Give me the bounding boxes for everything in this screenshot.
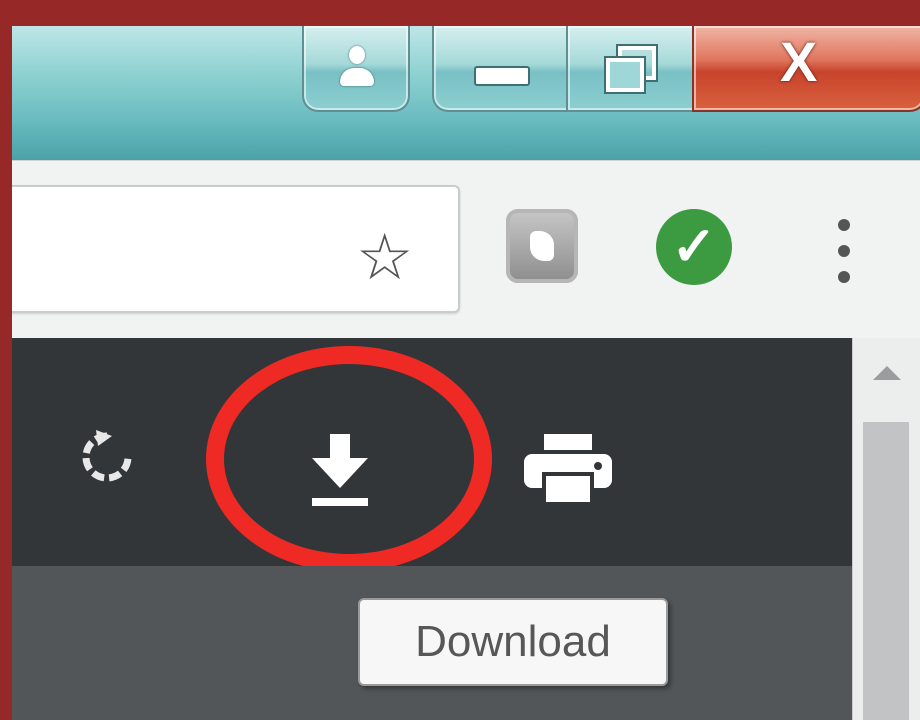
scroll-up-arrow-icon[interactable]	[873, 366, 901, 380]
minimize-button[interactable]	[432, 26, 570, 112]
profile-button[interactable]	[302, 26, 410, 112]
vertical-scrollbar[interactable]	[852, 338, 920, 720]
browser-toolbar: ☆ ✓	[12, 160, 920, 339]
kebab-menu-icon[interactable]	[838, 219, 850, 283]
user-icon	[340, 46, 374, 90]
close-button[interactable]: X	[692, 26, 920, 112]
download-tooltip: Download	[358, 598, 668, 686]
checkmark-icon[interactable]: ✓	[656, 209, 732, 285]
browser-window: X ☆ ✓ Download	[12, 26, 920, 720]
extension-icon[interactable]	[506, 209, 578, 283]
star-icon[interactable]: ☆	[356, 225, 413, 289]
restore-button[interactable]	[566, 26, 696, 112]
title-bar: X	[12, 26, 920, 160]
address-bar[interactable]: ☆	[12, 185, 460, 313]
close-icon: X	[780, 30, 818, 93]
pdf-toolbar	[12, 338, 852, 572]
restore-icon	[604, 44, 658, 94]
print-icon[interactable]	[524, 434, 612, 504]
minimize-icon	[474, 66, 530, 86]
rotate-icon[interactable]	[76, 426, 138, 488]
scrollbar-thumb[interactable]	[863, 422, 909, 720]
pdf-viewer: Download	[12, 338, 920, 720]
highlight-circle	[206, 346, 492, 572]
